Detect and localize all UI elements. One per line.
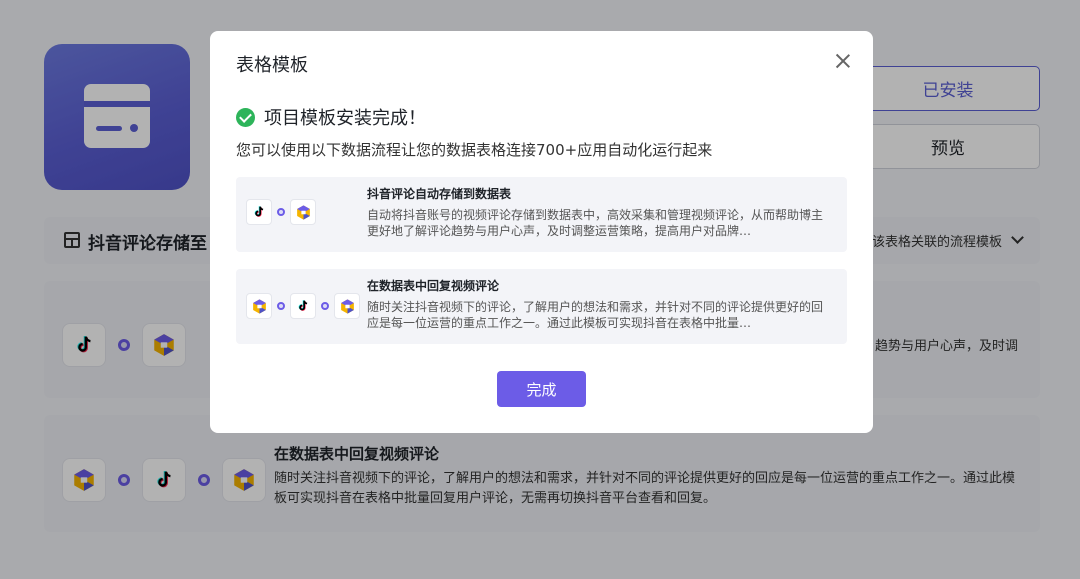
modal-title: 表格模板 [236, 55, 308, 76]
template-modal: 表格模板 项目模板安装完成！ 您可以使用以下数据流程让您的数据表格连接700+应… [210, 31, 873, 433]
app-logo-icon [334, 293, 360, 319]
template-card[interactable]: 抖音评论自动存储到数据表 自动将抖音账号的视频评论存储到数据表中，高效采集和管理… [236, 177, 847, 252]
connector-dot-icon [277, 302, 285, 310]
app-logo-icon [246, 293, 272, 319]
success-message: 项目模板安装完成！ [264, 108, 426, 129]
done-button[interactable]: 完成 [497, 371, 586, 407]
modal-subtitle: 您可以使用以下数据流程让您的数据表格连接700+应用自动化运行起来 [236, 141, 713, 159]
check-circle-icon [236, 107, 255, 127]
template-description: 随时关注抖音视频下的评论，了解用户的想法和需求，并针对不同的评论提供更好的回应是… [367, 300, 824, 330]
connector-dot-icon [277, 208, 285, 216]
template-title: 抖音评论自动存储到数据表 [367, 187, 512, 201]
close-icon[interactable] [833, 51, 853, 71]
tiktok-icon [246, 199, 272, 225]
tiktok-icon [290, 293, 316, 319]
connector-dot-icon [321, 302, 329, 310]
template-card[interactable]: 在数据表中回复视频评论 随时关注抖音视频下的评论，了解用户的想法和需求，并针对不… [236, 269, 847, 344]
success-row: 项目模板安装完成！ [236, 104, 426, 130]
template-title: 在数据表中回复视频评论 [367, 279, 500, 293]
template-description: 自动将抖音账号的视频评论存储到数据表中，高效采集和管理视频评论，从而帮助博主更好… [367, 208, 824, 238]
app-logo-icon [290, 199, 316, 225]
